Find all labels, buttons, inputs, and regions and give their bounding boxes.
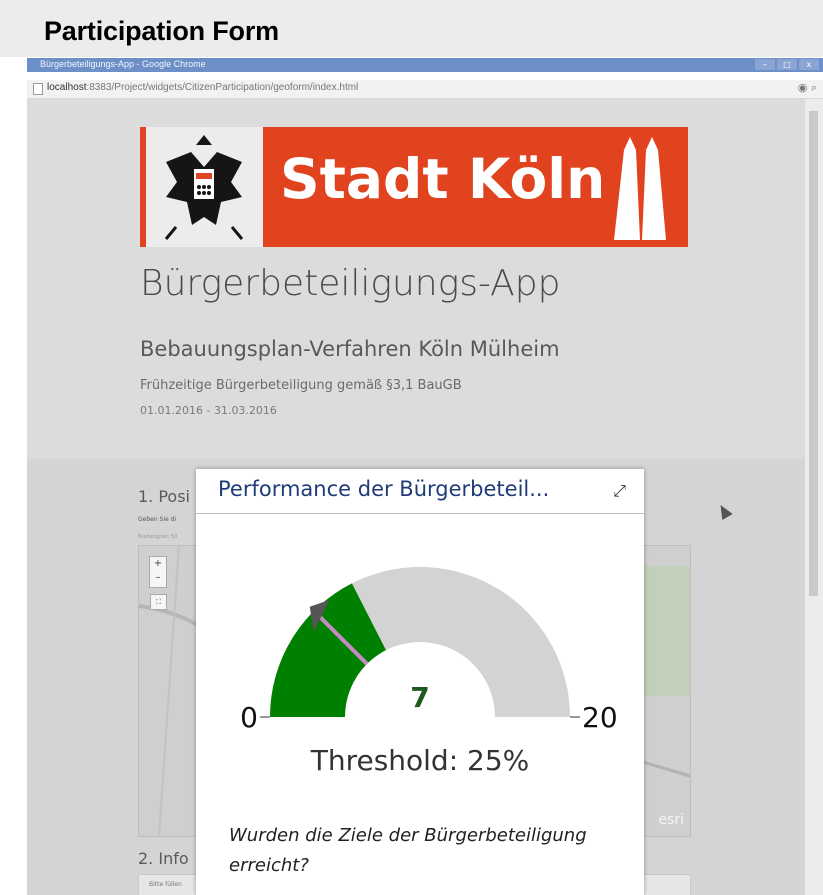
step1-heading: 1. Posi [138,487,190,506]
procedure-title: Bebauungsplan-Verfahren Köln Mülheim [140,337,560,361]
step1-hint: Geben Sie di [138,516,177,523]
maximize-button[interactable]: □ [777,59,797,70]
logo-text: Stadt Köln [280,147,606,211]
gauge-value-label: 7 [410,681,429,714]
coat-of-arms [146,127,263,247]
date-range: 01.01.2016 - 31.03.2016 [140,404,277,417]
fullscreen-icon[interactable]: ⛶ [150,594,167,610]
gauge-max-label: 20 [582,701,618,734]
app-title: Bürgerbeteiligungs-App [140,263,561,304]
url-text[interactable]: localhost:8383/Project/widgets/CitizenPa… [47,82,358,93]
info-hint: Bitte füllen [149,881,182,888]
gauge-min-label: 0 [240,701,258,734]
map-zoom-control[interactable]: + – [149,556,167,588]
zoom-in-button[interactable]: + [150,557,166,571]
map-attribution: esri [658,812,684,828]
page-icon [33,83,43,95]
threshold-label: Threshold: 25% [310,744,530,777]
page-title: Participation Form [44,16,279,46]
popup-title: Performance der Bürgerbeteil... [218,477,550,501]
close-button[interactable]: x [799,59,819,70]
procedure-subtitle: Frühzeitige Bürgerbeteiligung gemäß §3,1… [140,378,462,393]
step2-heading: 2. Info [138,849,189,868]
expand-icon[interactable]: ⤢ [613,481,626,501]
scrollbar-thumb[interactable] [809,111,818,596]
browser-title-bar: Bürgerbeteiligungs-App - Google Chrome –… [27,58,823,72]
popup-header: Performance der Bürgerbeteil... ⤢ [196,469,644,514]
city-logo: Stadt Köln [140,127,688,247]
location-icon[interactable]: ◉ ⌕ [798,81,817,95]
minimize-button[interactable]: – [755,59,775,70]
window-controls: – □ x [755,59,819,70]
page-scrollbar[interactable] [805,99,823,895]
gauge-popup: Performance der Bürgerbeteil... ⤢ 7 0 20… [196,469,644,895]
browser-window-title: Bürgerbeteiligungs-App - Google Chrome [40,59,206,69]
question-text: Wurden die Ziele der Bürgerbeteiligung e… [229,825,587,876]
cathedral-icon [614,137,666,240]
address-bar[interactable]: localhost:8383/Project/widgets/CitizenPa… [27,80,823,99]
coordinates-hint: Breitengrad: 50 [138,534,178,540]
zoom-out-button[interactable]: – [150,571,166,585]
